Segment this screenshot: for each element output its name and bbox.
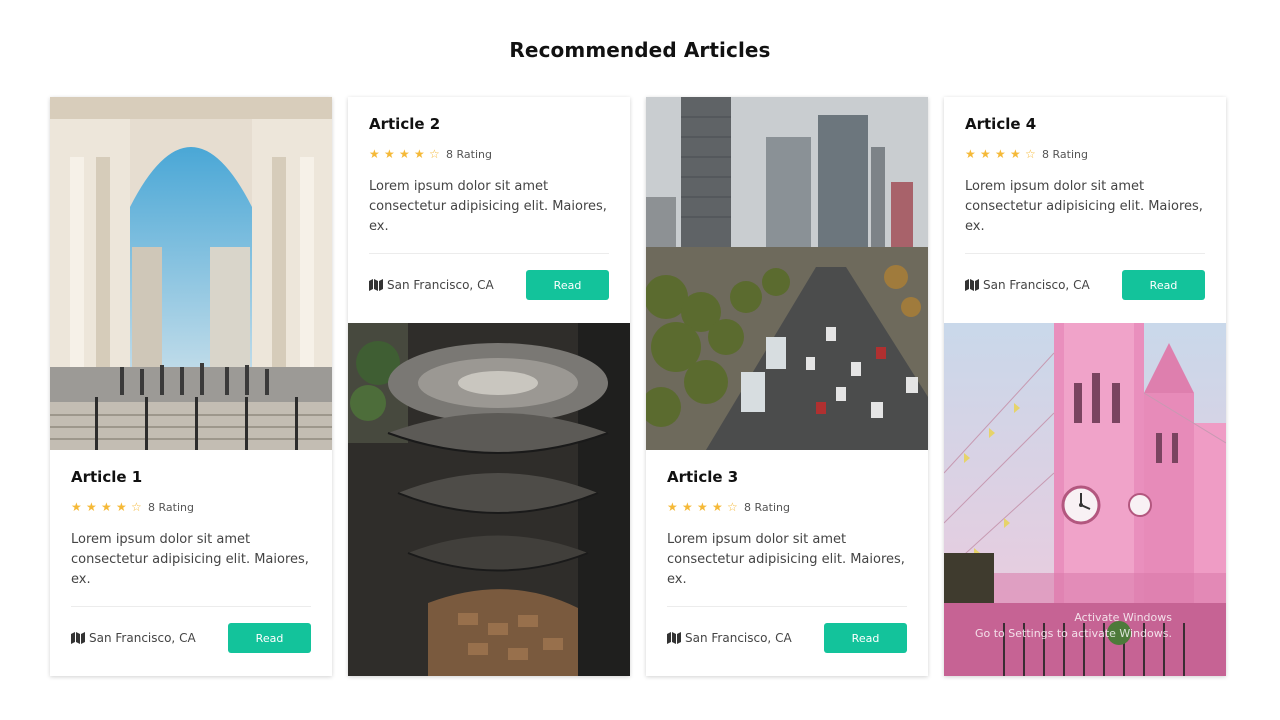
card-footer: San Francisco, CA Read [667, 623, 907, 653]
rating-label: 8 Rating [744, 500, 790, 514]
star-filled-icon: ★ [1010, 147, 1021, 161]
star-filled-icon: ★ [980, 147, 991, 161]
article-description: Lorem ipsum dolor sit amet consectetur a… [369, 179, 607, 234]
star-filled-icon: ★ [667, 500, 678, 514]
pink-church-photo: Activate Windows Go to Settings to activ… [944, 323, 1226, 676]
star-filled-icon: ★ [384, 147, 395, 161]
rating: ★ ★ ★ ★ ☆ 8 Rating [965, 146, 1205, 162]
location: San Francisco, CA [667, 631, 792, 645]
star-filled-icon: ★ [86, 500, 97, 514]
star-filled-icon: ★ [995, 147, 1006, 161]
card-body: Article 1 ★ ★ ★ ★ ☆ 8 Rating Lorem ipsum… [50, 450, 332, 676]
read-button[interactable]: Read [228, 623, 311, 653]
star-filled-icon: ★ [965, 147, 976, 161]
star-filled-icon: ★ [697, 500, 708, 514]
location: San Francisco, CA [965, 278, 1090, 292]
star-filled-icon: ★ [369, 147, 380, 161]
article-title: Article 3 [667, 468, 739, 486]
card-body: Article 2 ★ ★ ★ ★ ☆ 8 Rating Lorem ipsum… [348, 97, 630, 323]
star-empty-icon: ☆ [727, 500, 738, 514]
watermark-subtitle: Go to Settings to activate Windows. [974, 627, 1172, 640]
star-empty-icon: ☆ [429, 147, 440, 161]
card-body: Article 3 ★ ★ ★ ★ ☆ 8 Rating Lorem ipsum… [646, 450, 928, 676]
watermark-title: Activate Windows [1074, 611, 1172, 624]
map-icon [369, 279, 383, 291]
divider [965, 253, 1205, 254]
star-filled-icon: ★ [116, 500, 127, 514]
star-filled-icon: ★ [414, 147, 425, 161]
spiral-staircase-photo [348, 323, 630, 676]
rating-label: 8 Rating [446, 147, 492, 161]
map-icon [965, 279, 979, 291]
map-icon [71, 632, 85, 644]
star-empty-icon: ☆ [131, 500, 142, 514]
page-title: Recommended Articles [509, 38, 771, 62]
location-text: San Francisco, CA [387, 278, 494, 292]
star-filled-icon: ★ [101, 500, 112, 514]
star-empty-icon: ☆ [1025, 147, 1036, 161]
article-card: Activate Windows Go to Settings to activ… [944, 97, 1226, 676]
read-button[interactable]: Read [1122, 270, 1205, 300]
location: San Francisco, CA [71, 631, 196, 645]
card-footer: San Francisco, CA Read [71, 623, 311, 653]
card-footer: San Francisco, CA Read [965, 270, 1205, 300]
rating: ★ ★ ★ ★ ☆ 8 Rating [667, 499, 907, 515]
city-skyline-photo [646, 97, 928, 450]
location-text: San Francisco, CA [983, 278, 1090, 292]
location-text: San Francisco, CA [89, 631, 196, 645]
divider [369, 253, 609, 254]
read-button[interactable]: Read [526, 270, 609, 300]
map-icon [667, 632, 681, 644]
star-filled-icon: ★ [712, 500, 723, 514]
article-description: Lorem ipsum dolor sit amet consectetur a… [965, 179, 1203, 234]
card-footer: San Francisco, CA Read [369, 270, 609, 300]
star-filled-icon: ★ [71, 500, 82, 514]
activate-windows-watermark: Activate Windows Go to Settings to activ… [975, 610, 1172, 642]
arch-street-photo [50, 97, 332, 450]
read-button[interactable]: Read [824, 623, 907, 653]
article-title: Article 4 [965, 115, 1037, 133]
article-cards: Article 1 ★ ★ ★ ★ ☆ 8 Rating Lorem ipsum… [50, 97, 1226, 676]
card-body: Article 4 ★ ★ ★ ★ ☆ 8 Rating Lorem ipsum… [944, 97, 1226, 323]
article-card: Article 2 ★ ★ ★ ★ ☆ 8 Rating Lorem ipsum… [348, 97, 630, 676]
star-filled-icon: ★ [399, 147, 410, 161]
article-title: Article 2 [369, 115, 441, 133]
article-title: Article 1 [71, 468, 143, 486]
rating: ★ ★ ★ ★ ☆ 8 Rating [71, 499, 311, 515]
article-description: Lorem ipsum dolor sit amet consectetur a… [71, 532, 309, 587]
article-description: Lorem ipsum dolor sit amet consectetur a… [667, 532, 905, 587]
rating: ★ ★ ★ ★ ☆ 8 Rating [369, 146, 609, 162]
article-card: Article 1 ★ ★ ★ ★ ☆ 8 Rating Lorem ipsum… [50, 97, 332, 676]
star-filled-icon: ★ [682, 500, 693, 514]
article-card: Article 3 ★ ★ ★ ★ ☆ 8 Rating Lorem ipsum… [646, 97, 928, 676]
rating-label: 8 Rating [148, 500, 194, 514]
location: San Francisco, CA [369, 278, 494, 292]
divider [667, 606, 907, 607]
location-text: San Francisco, CA [685, 631, 792, 645]
divider [71, 606, 311, 607]
rating-label: 8 Rating [1042, 147, 1088, 161]
